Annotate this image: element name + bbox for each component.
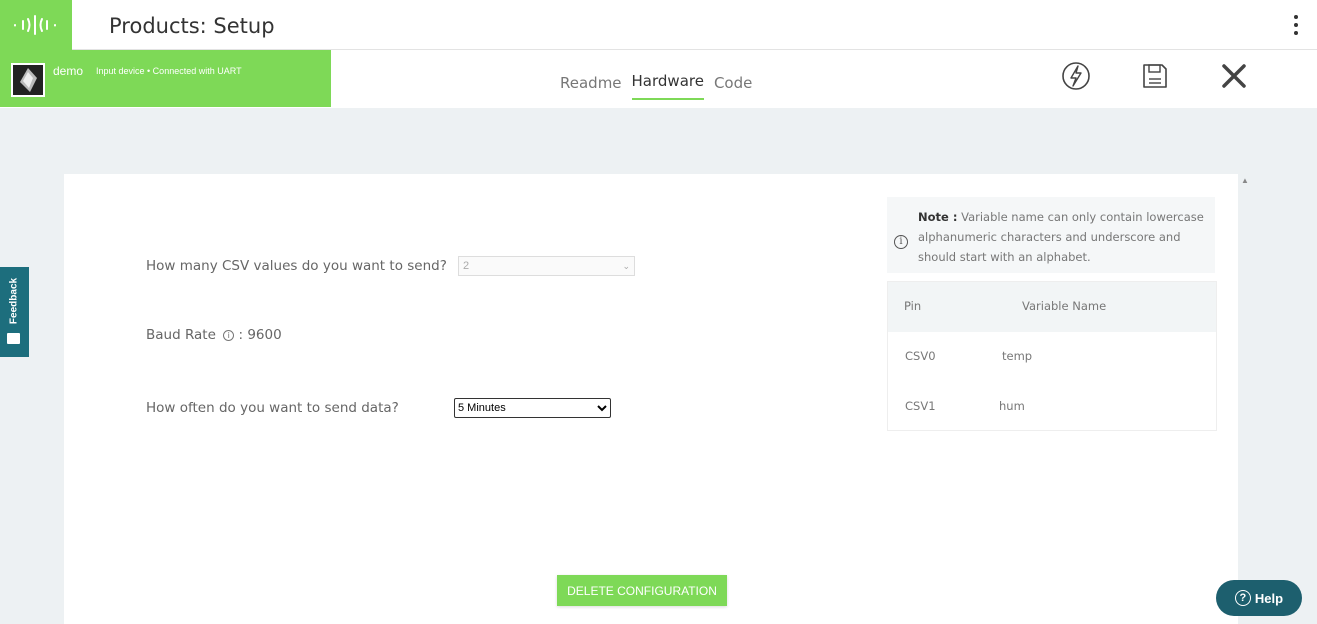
- pin-cell: CSV1: [905, 399, 936, 413]
- chevron-down-icon: [597, 405, 607, 412]
- interval-value: 5 Minutes: [458, 402, 506, 414]
- sub-bar: demo Input device • Connected with UART …: [0, 50, 1317, 108]
- note-message: Variable name can only contain lowercase…: [918, 210, 1204, 264]
- device-thumbnail: [11, 63, 45, 97]
- delete-configuration-button[interactable]: DELETE CONFIGURATION: [557, 575, 727, 606]
- save-button[interactable]: [1139, 60, 1171, 92]
- feedback-icon: [7, 333, 20, 344]
- device-status: Input device • Connected with UART: [96, 66, 242, 76]
- save-icon: [1143, 64, 1167, 88]
- help-label: Help: [1254, 590, 1284, 606]
- column-header-variable-name: Variable Name: [1022, 299, 1107, 313]
- scroll-up-icon[interactable]: ▲: [1241, 176, 1249, 185]
- help-button[interactable]: ? Help: [1216, 580, 1302, 616]
- tab-readme[interactable]: Readme: [560, 74, 622, 100]
- question-icon: ?: [1234, 590, 1251, 606]
- baud-rate-label: Baud Rate: [146, 327, 216, 343]
- close-button[interactable]: [1218, 60, 1250, 92]
- tab-code[interactable]: Code: [714, 74, 752, 100]
- signal-logo-icon: [14, 15, 56, 35]
- variable-table: Pin Variable Name CSV0 temp CSV1 hum: [887, 281, 1217, 431]
- baud-rate-row: Baud Rate i : 9600: [146, 327, 282, 343]
- note-box: i Note : Variable name can only contain …: [887, 197, 1215, 273]
- flash-button[interactable]: [1060, 60, 1092, 92]
- interval-select[interactable]: 5 Minutes: [454, 398, 611, 418]
- interval-label: How often do you want to send data?: [146, 400, 399, 416]
- device-image-icon: [20, 68, 37, 92]
- note-text: Note : Variable name can only contain lo…: [918, 207, 1208, 267]
- feedback-label: Feedback: [8, 277, 20, 325]
- tab-bar: Readme Hardware Code: [560, 72, 762, 100]
- column-header-pin: Pin: [904, 299, 922, 313]
- feedback-tab[interactable]: Feedback: [0, 267, 29, 357]
- variable-name-cell[interactable]: temp: [1002, 349, 1032, 363]
- csv-count-value: 2: [463, 260, 470, 272]
- flash-icon: [1062, 62, 1090, 90]
- baud-rate-value: : 9600: [238, 327, 282, 343]
- app-logo[interactable]: [0, 0, 72, 50]
- config-card: How many CSV values do you want to send?…: [64, 174, 1238, 624]
- csv-count-select: 2 ⌄: [458, 256, 635, 276]
- close-icon: [1222, 64, 1246, 88]
- note-prefix: Note :: [918, 210, 958, 224]
- csv-count-label: How many CSV values do you want to send?: [146, 258, 447, 274]
- tab-hardware[interactable]: Hardware: [631, 72, 704, 100]
- variable-name-cell[interactable]: hum: [999, 399, 1025, 413]
- device-card[interactable]: demo Input device • Connected with UART: [0, 50, 331, 107]
- more-menu-icon[interactable]: [1288, 15, 1304, 35]
- chevron-down-icon: ⌄: [622, 260, 630, 271]
- page-title: Products: Setup: [109, 14, 275, 38]
- info-icon: i: [894, 235, 908, 249]
- device-name: demo: [53, 64, 84, 78]
- pin-cell: CSV0: [905, 349, 936, 363]
- top-bar: Products: Setup: [0, 0, 1317, 50]
- info-icon[interactable]: i: [223, 330, 235, 341]
- table-header: Pin Variable Name: [888, 282, 1216, 332]
